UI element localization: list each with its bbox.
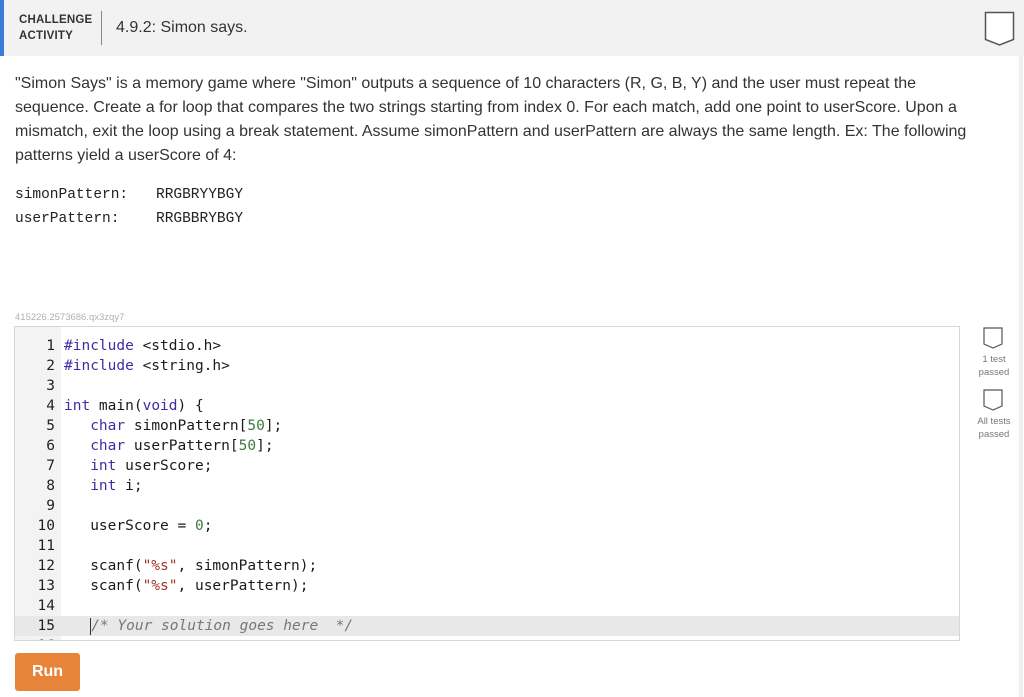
code-line[interactable]: 7 int userScore; xyxy=(15,456,959,476)
code-text[interactable]: int userScore; xyxy=(64,456,212,476)
activity-identifier: 415226.2573686.qx3zqy7 xyxy=(15,312,125,323)
hexagon-check-icon xyxy=(983,327,1003,349)
example-value: RRGBBRYBGY xyxy=(156,211,244,227)
code-line[interactable]: 3 xyxy=(15,376,959,396)
line-number: 11 xyxy=(37,538,55,554)
code-line[interactable]: 10 userScore = 0; xyxy=(15,516,959,536)
code-line[interactable]: 4 int main(void) { xyxy=(15,396,959,416)
header-divider xyxy=(101,11,102,45)
code-line[interactable]: 6 char userPattern[50]; xyxy=(15,436,959,456)
code-line[interactable]: 12 scanf("%s", simonPattern); xyxy=(15,556,959,576)
example-patterns: simonPattern: RRGBRYYBGY userPattern: RR… xyxy=(15,183,243,231)
code-text[interactable]: scanf("%s", simonPattern); xyxy=(64,556,317,576)
line-number: 3 xyxy=(46,378,55,394)
hexagon-check-icon xyxy=(984,11,1015,46)
example-value: RRGBRYYBGY xyxy=(156,187,244,203)
activity-title: 4.9.2: Simon says. xyxy=(116,19,248,36)
code-editor[interactable]: 16 1 #include <stdio.h> 2 #include <string.… xyxy=(14,326,960,641)
code-line[interactable]: 2 #include <string.h> xyxy=(15,356,959,376)
line-number: 12 xyxy=(37,558,55,574)
code-line[interactable]: 9 xyxy=(15,496,959,516)
code-line[interactable]: 13 scanf("%s", userPattern); xyxy=(15,576,959,596)
test-status-label: All tests passed xyxy=(966,415,1022,441)
line-number: 10 xyxy=(37,518,55,534)
line-number: 15 xyxy=(37,618,55,634)
hexagon-check-icon xyxy=(983,389,1003,411)
line-number: 16 xyxy=(15,636,55,640)
line-number: 2 xyxy=(46,358,55,374)
line-number: 4 xyxy=(46,398,55,414)
code-text[interactable]: #include <string.h> xyxy=(64,356,230,376)
code-text[interactable]: userScore = 0; xyxy=(64,516,212,536)
line-number: 13 xyxy=(37,578,55,594)
test-status-line: All tests xyxy=(977,416,1011,427)
line-number: 6 xyxy=(46,438,55,454)
code-text[interactable]: /* Your solution goes here */ xyxy=(64,616,353,636)
line-number: 5 xyxy=(46,418,55,434)
code-text[interactable]: scanf("%s", userPattern); xyxy=(64,576,308,596)
test-status-line: passed xyxy=(978,367,1010,378)
line-number: 1 xyxy=(46,338,55,354)
line-number: 9 xyxy=(46,498,55,514)
test-status-label: 1 test passed xyxy=(966,353,1022,379)
test-status-line: 1 test xyxy=(982,354,1006,365)
code-line[interactable]: 11 xyxy=(15,536,959,556)
activity-type-tag: CHALLENGE ACTIVITY xyxy=(19,12,92,44)
code-text[interactable]: char simonPattern[50]; xyxy=(64,416,282,436)
line-number: 8 xyxy=(46,478,55,494)
tag-line-2: ACTIVITY xyxy=(19,30,73,42)
example-row-user: userPattern: RRGBBRYBGY xyxy=(15,207,243,231)
code-line[interactable]: 5 char simonPattern[50]; xyxy=(15,416,959,436)
challenge-description: "Simon Says" is a memory game where "Sim… xyxy=(15,75,967,164)
test-status-line: passed xyxy=(978,429,1010,440)
tag-line-1: CHALLENGE xyxy=(19,14,93,26)
code-text[interactable]: char userPattern[50]; xyxy=(64,436,273,456)
code-text[interactable]: int main(void) { xyxy=(64,396,204,416)
code-line[interactable]: 14 xyxy=(15,596,959,616)
code-line[interactable]: 8 int i; xyxy=(15,476,959,496)
code-text[interactable]: int i; xyxy=(64,476,142,496)
run-button[interactable]: Run xyxy=(15,653,80,691)
code-line[interactable]: 1 #include <stdio.h> xyxy=(15,336,959,356)
line-number: 7 xyxy=(46,458,55,474)
code-text[interactable]: #include <stdio.h> xyxy=(64,336,221,356)
code-line[interactable]: 15 /* Your solution goes here */ xyxy=(15,616,959,636)
example-key: userPattern: xyxy=(15,211,120,227)
line-number: 14 xyxy=(37,598,55,614)
example-key: simonPattern: xyxy=(15,187,129,203)
example-row-simon: simonPattern: RRGBRYYBGY xyxy=(15,183,243,207)
activity-header: CHALLENGE ACTIVITY 4.9.2: Simon says. xyxy=(0,0,1024,56)
